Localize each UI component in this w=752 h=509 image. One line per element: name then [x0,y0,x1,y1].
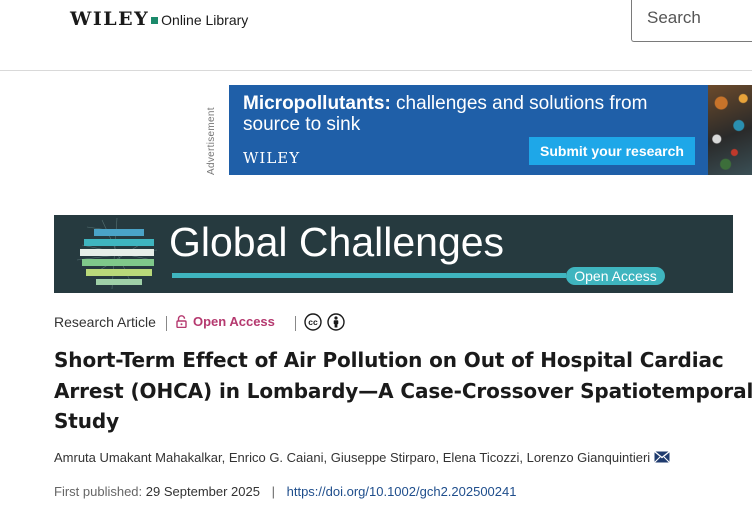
author-separator: , [519,450,527,465]
author-separator: , [323,450,331,465]
envelope-icon[interactable] [653,450,670,463]
journal-open-access-badge: Open Access [566,267,665,285]
publication-info: First published: 29 September 2025 | htt… [54,484,752,499]
search-box[interactable] [631,0,752,42]
journal-accent-line [172,273,566,278]
journal-banner[interactable]: Global Challenges Open Access [54,215,733,293]
globe-logo-icon [76,217,158,290]
author-list: Amruta Umakant Mahakalkar, Enrico G. Cai… [54,450,752,465]
article-type: Research Article [54,314,156,330]
article-title: Short-Term Effect of Air Pollution on Ou… [54,348,752,433]
doi-link[interactable]: https://doi.org/10.1002/gch2.202500241 [287,484,517,499]
ad-brand-logo: WILEY [243,149,301,167]
ad-headline: Micropollutants: challenges and solution… [243,93,663,135]
author-link[interactable]: Elena Ticozzi [443,450,520,465]
journal-title: Global Challenges [169,219,505,265]
pub-separator: | [271,484,275,499]
advertisement-label: Advertisement [206,107,217,175]
meta-divider [295,316,296,331]
ad-headline-bold: Micropollutants: [243,93,391,114]
first-published-label: First published: [54,484,143,499]
license-icons[interactable]: cc [304,313,345,331]
ad-image [708,85,752,175]
open-access-indicator: Open Access [176,314,275,329]
search-input[interactable] [647,0,752,36]
wiley-online-library-logo[interactable]: WILEY Online Library [70,8,248,30]
logo-brand: WILEY [70,8,150,30]
first-published-date: 29 September 2025 [145,484,260,499]
author-separator: , [435,450,443,465]
author-link[interactable]: Enrico G. Caiani [229,450,324,465]
author-link[interactable]: Amruta Umakant Mahakalkar [54,450,222,465]
creative-commons-icon[interactable]: cc [304,313,322,331]
advertisement-banner[interactable]: Micropollutants: challenges and solution… [229,85,752,175]
meta-divider [166,316,167,331]
attribution-icon[interactable] [327,313,345,331]
open-lock-icon [176,315,187,328]
submit-research-button[interactable]: Submit your research [529,137,695,165]
author-link[interactable]: Lorenzo Gianquintieri [527,450,651,465]
logo-mark-icon [151,17,159,24]
svg-text:cc: cc [308,317,318,327]
author-link[interactable]: Giuseppe Stirparo [331,450,436,465]
site-header: WILEY Online Library [0,0,752,71]
open-access-label: Open Access [193,314,275,329]
author-separator: , [221,450,229,465]
logo-product: Online Library [161,12,249,28]
